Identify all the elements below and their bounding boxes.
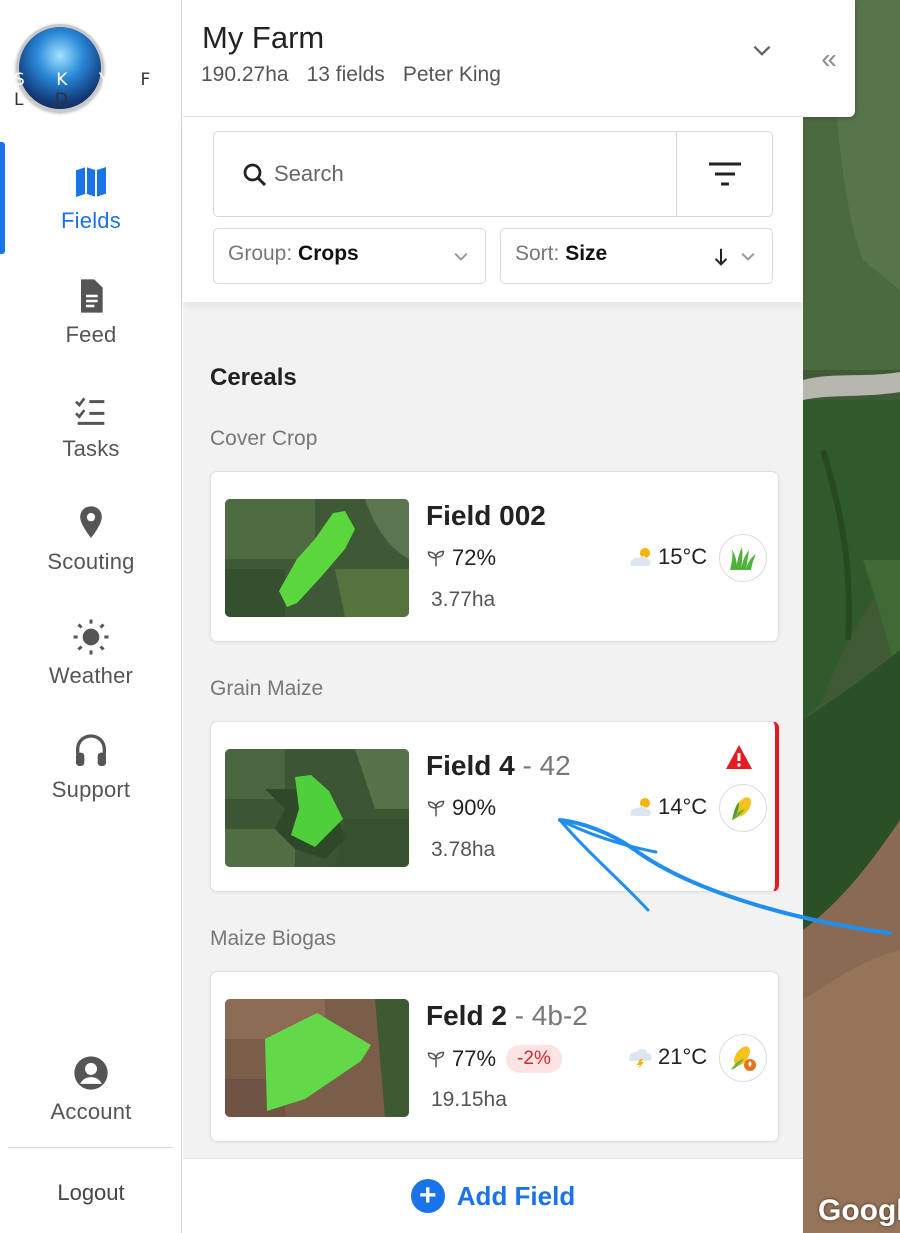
- farm-name: My Farm: [202, 20, 325, 55]
- field-area: 19.15ha: [431, 1088, 507, 1111]
- search-box: [213, 131, 773, 217]
- chevron-down-icon: [741, 252, 755, 261]
- fields-panel: My Farm 190.27ha 13 fields Peter King Grou…: [183, 0, 803, 1233]
- group-dropdown-prefix: Group:: [228, 242, 293, 265]
- warning-icon[interactable]: [725, 744, 753, 770]
- field-thumbnail: [225, 499, 409, 617]
- group-title: Cereals: [210, 364, 297, 391]
- sidebar-item-label: Feed: [65, 322, 117, 347]
- search-controls: Group: Crops Sort: Size: [183, 117, 803, 302]
- satellite-map[interactable]: [803, 0, 900, 1233]
- map-attribution: Googl: [818, 1194, 900, 1227]
- subgroup-label: Maize Biogas: [210, 927, 337, 950]
- ndvi-change-badge: -2%: [506, 1045, 562, 1073]
- sidebar-item-support[interactable]: Support: [0, 731, 182, 831]
- farm-header[interactable]: My Farm 190.27ha 13 fields Peter King: [183, 0, 803, 117]
- ndvi-value: 77%: [452, 1046, 497, 1071]
- field-thumbnail: [225, 999, 409, 1117]
- weather-temp: 14°C: [658, 794, 708, 819]
- sidebar-item-feed[interactable]: Feed: [0, 276, 182, 376]
- ndvi-value: 72%: [452, 545, 497, 570]
- sort-descending-icon[interactable]: [710, 245, 732, 269]
- farm-field-count: 13 fields: [306, 63, 385, 86]
- headset-icon: [76, 734, 106, 766]
- search-icon: [243, 163, 267, 187]
- add-field-button[interactable]: + Add Field: [183, 1158, 803, 1233]
- filter-icon: [709, 162, 741, 186]
- field-area: 3.77ha: [431, 588, 496, 611]
- field-name: Field 4 - 42: [426, 750, 571, 781]
- field-name: Feld 2 - 4b-2: [426, 1000, 588, 1031]
- partly-sunny-icon: [630, 548, 651, 566]
- group-dropdown[interactable]: Group: Crops: [213, 228, 486, 284]
- subgroup-label: Grain Maize: [210, 677, 324, 700]
- corn-icon: [732, 797, 751, 820]
- map-icon: [76, 167, 106, 197]
- account-icon: [74, 1056, 108, 1090]
- group-dropdown-value: Crops: [298, 242, 359, 265]
- field-ndvi: 90%: [426, 795, 496, 821]
- corn-biogas-icon: [731, 1046, 756, 1071]
- skyfld-logo: S K Y F L D: [14, 24, 174, 114]
- document-icon: [81, 279, 103, 313]
- account-label: Account: [50, 1099, 132, 1124]
- farm-meta: 190.27ha 13 fields Peter King: [201, 63, 519, 87]
- logout-button[interactable]: Logout: [0, 1180, 182, 1206]
- sidebar-item-label: Weather: [48, 663, 134, 688]
- add-field-label: Add Field: [456, 1180, 576, 1211]
- field-name: Field 002: [426, 500, 546, 531]
- field-card[interactable]: Feld 2 - 4b-2 77% -2% 19.15ha 21°C: [210, 971, 779, 1142]
- field-card[interactable]: Field 002 72% 3.77ha 15°C: [210, 471, 779, 642]
- farm-area: 190.27ha: [201, 63, 289, 86]
- plus-icon: +: [410, 1179, 445, 1213]
- sidebar-item-label: Scouting: [47, 549, 135, 574]
- field-ndvi: 77% -2%: [426, 1045, 562, 1073]
- sprout-icon: [427, 1051, 445, 1068]
- sun-icon: [73, 619, 109, 655]
- crop-icon-container: [719, 534, 767, 582]
- field-thumbnail: [225, 749, 409, 867]
- logo-text: S K Y F L D: [14, 70, 164, 110]
- crop-icon-container: [719, 784, 767, 832]
- grass-icon: [730, 547, 756, 570]
- sidebar-item-label: Fields: [61, 208, 121, 233]
- sidebar-item-weather[interactable]: Weather: [0, 617, 182, 717]
- field-card[interactable]: Field 4 - 42 90% 3.78ha 14°C: [210, 721, 779, 892]
- chevron-down-icon[interactable]: [749, 38, 775, 64]
- logout-divider: [8, 1147, 173, 1148]
- field-weather: 14°C: [626, 794, 707, 820]
- partly-sunny-icon: [630, 798, 651, 816]
- checklist-icon: [75, 397, 105, 425]
- sidebar-item-label: Tasks: [62, 436, 120, 461]
- subgroup-label: Cover Crop: [210, 427, 318, 450]
- sort-dropdown-prefix: Sort:: [515, 242, 560, 265]
- search-input[interactable]: [274, 154, 654, 194]
- crop-icon-container: [719, 1034, 767, 1082]
- sidebar-item-fields[interactable]: Fields: [0, 162, 182, 262]
- sidebar-item-account[interactable]: Account: [0, 1053, 182, 1153]
- sidebar-item-scouting[interactable]: Scouting: [0, 503, 182, 603]
- sort-dropdown-value: Size: [565, 242, 608, 265]
- field-weather: 21°C: [626, 1044, 707, 1070]
- field-ndvi: 72%: [426, 545, 496, 571]
- ndvi-value: 90%: [452, 795, 497, 820]
- sprout-icon: [427, 550, 445, 567]
- thunderstorm-icon: [629, 1049, 652, 1069]
- chevron-down-icon: [454, 252, 468, 261]
- collapse-panel-button[interactable]: «: [803, 0, 855, 117]
- sprout-icon: [427, 800, 445, 817]
- location-pin-icon: [80, 506, 102, 538]
- sidebar: S K Y F L D Fields Feed Tasks Scouting W…: [0, 0, 182, 1233]
- sidebar-item-tasks[interactable]: Tasks: [0, 390, 182, 490]
- field-area: 3.78ha: [431, 838, 496, 861]
- filter-button[interactable]: [676, 132, 773, 216]
- satellite-imagery: [803, 0, 900, 1233]
- sort-dropdown[interactable]: Sort: Size: [500, 228, 773, 284]
- weather-temp: 15°C: [658, 544, 708, 569]
- sidebar-item-label: Support: [51, 777, 131, 802]
- field-weather: 15°C: [626, 544, 707, 570]
- farm-owner: Peter King: [402, 63, 501, 86]
- weather-temp: 21°C: [658, 1044, 708, 1069]
